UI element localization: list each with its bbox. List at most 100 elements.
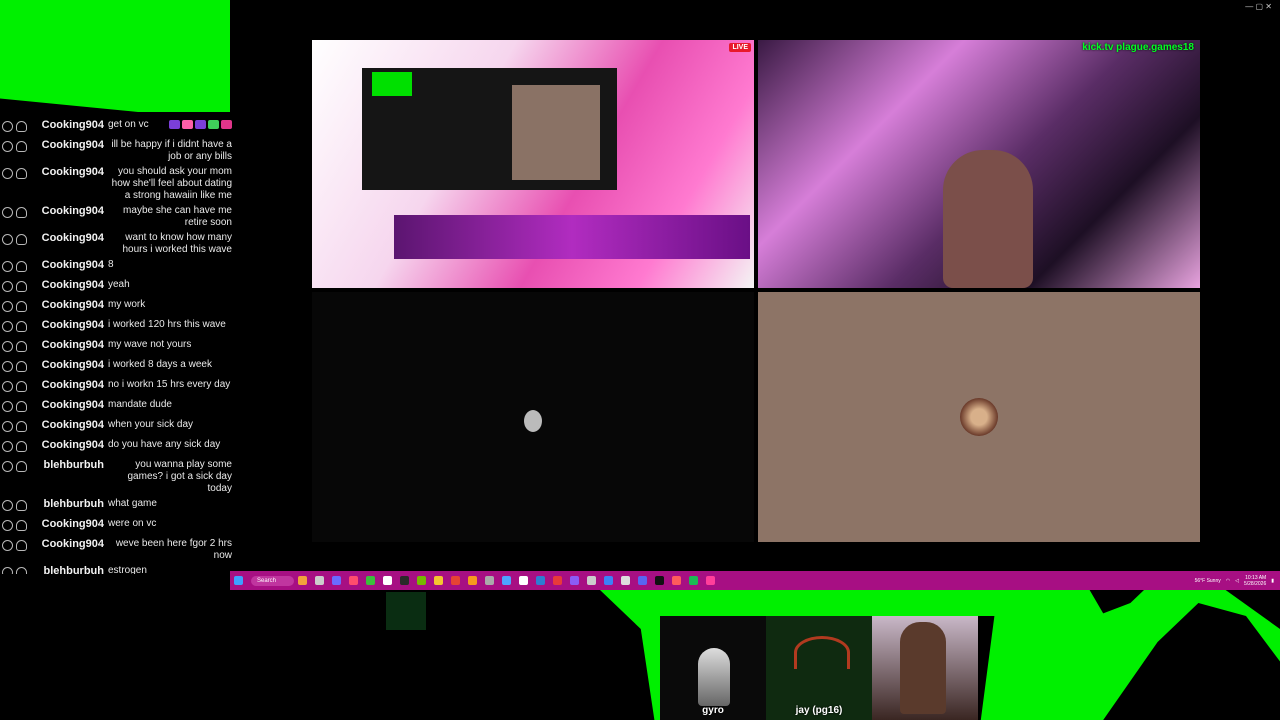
shield-icon[interactable] [2, 207, 13, 218]
app-icon[interactable] [468, 576, 478, 585]
app-icon[interactable] [451, 576, 461, 585]
person-icon[interactable] [16, 168, 27, 179]
shield-icon[interactable] [2, 401, 13, 412]
participant-card-third[interactable] [872, 616, 978, 720]
person-icon[interactable] [16, 441, 27, 452]
windows-start-icon[interactable] [234, 576, 243, 585]
person-icon[interactable] [16, 461, 27, 472]
app-icon[interactable] [655, 576, 665, 585]
person-icon[interactable] [16, 540, 27, 551]
person-icon[interactable] [16, 421, 27, 432]
person-icon[interactable] [16, 401, 27, 412]
weather-text[interactable]: 56°F Sunny [1195, 578, 1221, 584]
app-icon[interactable] [400, 576, 410, 585]
shield-icon[interactable] [2, 234, 13, 245]
person-icon[interactable] [16, 520, 27, 531]
screen-share-tile[interactable]: LIVE [312, 40, 754, 288]
shield-icon[interactable] [2, 121, 13, 132]
person-icon[interactable] [16, 500, 27, 511]
shield-icon[interactable] [2, 540, 13, 551]
shield-icon[interactable] [2, 301, 13, 312]
app-icon[interactable] [587, 576, 597, 585]
chat-username[interactable]: Cooking904 [40, 166, 108, 178]
app-icon[interactable] [298, 576, 308, 585]
chat-username[interactable]: Cooking904 [40, 299, 108, 311]
participant-card-jay[interactable]: jay (pg16) [766, 616, 872, 720]
person-icon[interactable] [16, 121, 27, 132]
chat-username[interactable]: Cooking904 [40, 359, 108, 371]
app-icon[interactable] [638, 576, 648, 585]
chat-username[interactable]: Cooking904 [40, 518, 108, 530]
person-icon[interactable] [16, 361, 27, 372]
taskbar-search[interactable]: Search [251, 575, 295, 586]
shield-icon[interactable] [2, 341, 13, 352]
chat-username[interactable]: Cooking904 [40, 379, 108, 391]
app-icon[interactable] [434, 576, 444, 585]
chat-username[interactable]: blehburbuh [40, 459, 108, 471]
shield-icon[interactable] [2, 321, 13, 332]
chat-username[interactable]: Cooking904 [40, 339, 108, 351]
app-icon[interactable] [553, 576, 563, 585]
person-icon[interactable] [16, 567, 27, 574]
chat-username[interactable]: Cooking904 [40, 538, 108, 550]
chat-username[interactable]: Cooking904 [40, 232, 108, 244]
chat-username[interactable]: Cooking904 [40, 399, 108, 411]
shield-icon[interactable] [2, 141, 13, 152]
app-icon[interactable] [383, 576, 393, 585]
app-icon[interactable] [621, 576, 631, 585]
shield-icon[interactable] [2, 168, 13, 179]
app-icon[interactable] [366, 576, 376, 585]
chat-username[interactable]: Cooking904 [40, 139, 108, 151]
shield-icon[interactable] [2, 421, 13, 432]
chat-username[interactable]: Cooking904 [40, 419, 108, 431]
chat-username[interactable]: Cooking904 [40, 259, 108, 271]
shield-icon[interactable] [2, 261, 13, 272]
chat-username[interactable]: Cooking904 [40, 279, 108, 291]
app-icon[interactable] [689, 576, 699, 585]
shield-icon[interactable] [2, 361, 13, 372]
person-icon[interactable] [16, 321, 27, 332]
person-icon[interactable] [16, 261, 27, 272]
notification-icon[interactable]: ▮ [1271, 578, 1274, 584]
app-icon[interactable] [332, 576, 342, 585]
app-icon[interactable] [315, 576, 325, 585]
app-icon[interactable] [349, 576, 359, 585]
window-controls[interactable]: — ▢ ✕ [1245, 2, 1272, 11]
app-icon[interactable] [417, 576, 427, 585]
person-icon[interactable] [16, 207, 27, 218]
app-icon[interactable] [672, 576, 682, 585]
shield-icon[interactable] [2, 500, 13, 511]
volume-icon[interactable]: ◁ [1235, 578, 1239, 584]
chat-username[interactable]: Cooking904 [40, 319, 108, 331]
chat-username[interactable]: Cooking904 [40, 119, 108, 131]
participant-tile-dark[interactable] [312, 292, 754, 542]
app-icon[interactable] [519, 576, 529, 585]
chat-username[interactable]: blehburbuh [40, 498, 108, 510]
chat-username[interactable]: Cooking904 [40, 439, 108, 451]
person-icon[interactable] [16, 281, 27, 292]
webcam-tile[interactable]: kick.tv plague.games18 [758, 40, 1200, 288]
app-icon[interactable] [570, 576, 580, 585]
person-icon[interactable] [16, 341, 27, 352]
participant-tile-brown[interactable] [758, 292, 1200, 542]
shield-icon[interactable] [2, 567, 13, 574]
chat-username[interactable]: Cooking904 [40, 205, 108, 217]
app-icon[interactable] [706, 576, 716, 585]
app-icon[interactable] [485, 576, 495, 585]
person-icon[interactable] [16, 301, 27, 312]
chat-username[interactable]: blehburbuh [40, 565, 108, 574]
shield-icon[interactable] [2, 381, 13, 392]
wifi-icon[interactable]: ◠ [1226, 578, 1230, 584]
app-icon[interactable] [536, 576, 546, 585]
person-icon[interactable] [16, 381, 27, 392]
person-icon[interactable] [16, 234, 27, 245]
shield-icon[interactable] [2, 461, 13, 472]
clock[interactable]: 10:13 AM 5/28/2026 [1244, 575, 1266, 587]
app-icon[interactable] [502, 576, 512, 585]
participant-card-gyro[interactable]: gyro [660, 616, 766, 720]
app-icon[interactable] [604, 576, 614, 585]
shield-icon[interactable] [2, 441, 13, 452]
shield-icon[interactable] [2, 281, 13, 292]
shield-icon[interactable] [2, 520, 13, 531]
person-icon[interactable] [16, 141, 27, 152]
